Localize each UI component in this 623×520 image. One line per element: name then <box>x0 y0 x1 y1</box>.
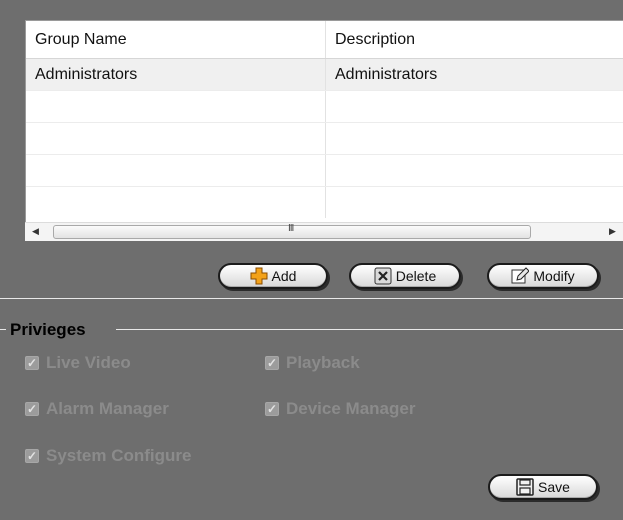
privilege-playback: ✓ Playback <box>265 353 360 373</box>
empty-cell <box>326 155 623 186</box>
privileges-title: Privieges <box>8 320 88 340</box>
empty-table-row <box>26 123 623 155</box>
empty-table-row <box>26 91 623 123</box>
empty-cell <box>26 91 326 122</box>
plus-icon <box>250 267 268 285</box>
checkbox-checked-icon: ✓ <box>265 356 279 370</box>
empty-cell <box>26 155 326 186</box>
empty-cell <box>326 187 623 218</box>
column-header-description[interactable]: Description <box>326 21 623 58</box>
save-button[interactable]: Save <box>488 474 598 500</box>
groups-table: Group Name Description Administrators Ad… <box>25 20 623 223</box>
empty-cell <box>26 123 326 154</box>
description-cell: Administrators <box>335 65 438 83</box>
privilege-system-configure: ✓ System Configure <box>25 446 191 466</box>
privilege-label: Device Manager <box>286 399 416 418</box>
checkbox-checked-icon: ✓ <box>25 356 39 370</box>
delete-button-label: Delete <box>395 268 437 284</box>
section-divider <box>0 298 623 299</box>
empty-table-row <box>26 187 623 218</box>
save-disk-icon <box>516 478 534 496</box>
privilege-label: System Configure <box>46 446 192 465</box>
delete-button[interactable]: Delete <box>349 263 461 289</box>
privilege-device-manager: ✓ Device Manager <box>265 399 415 419</box>
checkbox-checked-icon: ✓ <box>25 402 39 416</box>
add-button[interactable]: Add <box>218 263 328 289</box>
horizontal-scrollbar[interactable]: ◀ III ▶ <box>25 222 623 241</box>
empty-cell <box>326 123 623 154</box>
privilege-label: Playback <box>286 353 360 372</box>
add-button-label: Add <box>271 268 297 284</box>
checkbox-checked-icon: ✓ <box>265 402 279 416</box>
scrollbar-grip: III <box>288 223 294 234</box>
fieldset-border-left <box>0 329 6 330</box>
column-header-group-name[interactable]: Group Name <box>26 21 326 58</box>
edit-pencil-icon <box>511 267 530 285</box>
table-row[interactable]: Administrators Administrators <box>26 59 623 91</box>
modify-button[interactable]: Modify <box>487 263 599 289</box>
table-header: Group Name Description <box>26 21 623 59</box>
privilege-label: Live Video <box>46 353 131 372</box>
empty-table-row <box>26 155 623 187</box>
empty-cell <box>26 187 326 218</box>
scroll-right-icon[interactable]: ▶ <box>609 226 616 237</box>
scroll-left-icon[interactable]: ◀ <box>32 226 39 237</box>
scrollbar-thumb[interactable]: III <box>53 223 531 239</box>
privilege-alarm-manager: ✓ Alarm Manager <box>25 399 169 419</box>
save-button-label: Save <box>538 479 570 495</box>
checkbox-checked-icon: ✓ <box>25 449 39 463</box>
privilege-live-video: ✓ Live Video <box>25 353 131 373</box>
modify-button-label: Modify <box>533 268 575 284</box>
group-name-cell: Administrators <box>26 59 326 90</box>
fieldset-border-right <box>116 329 623 330</box>
empty-cell <box>326 91 623 122</box>
delete-x-icon <box>374 267 392 285</box>
privilege-label: Alarm Manager <box>46 399 169 418</box>
